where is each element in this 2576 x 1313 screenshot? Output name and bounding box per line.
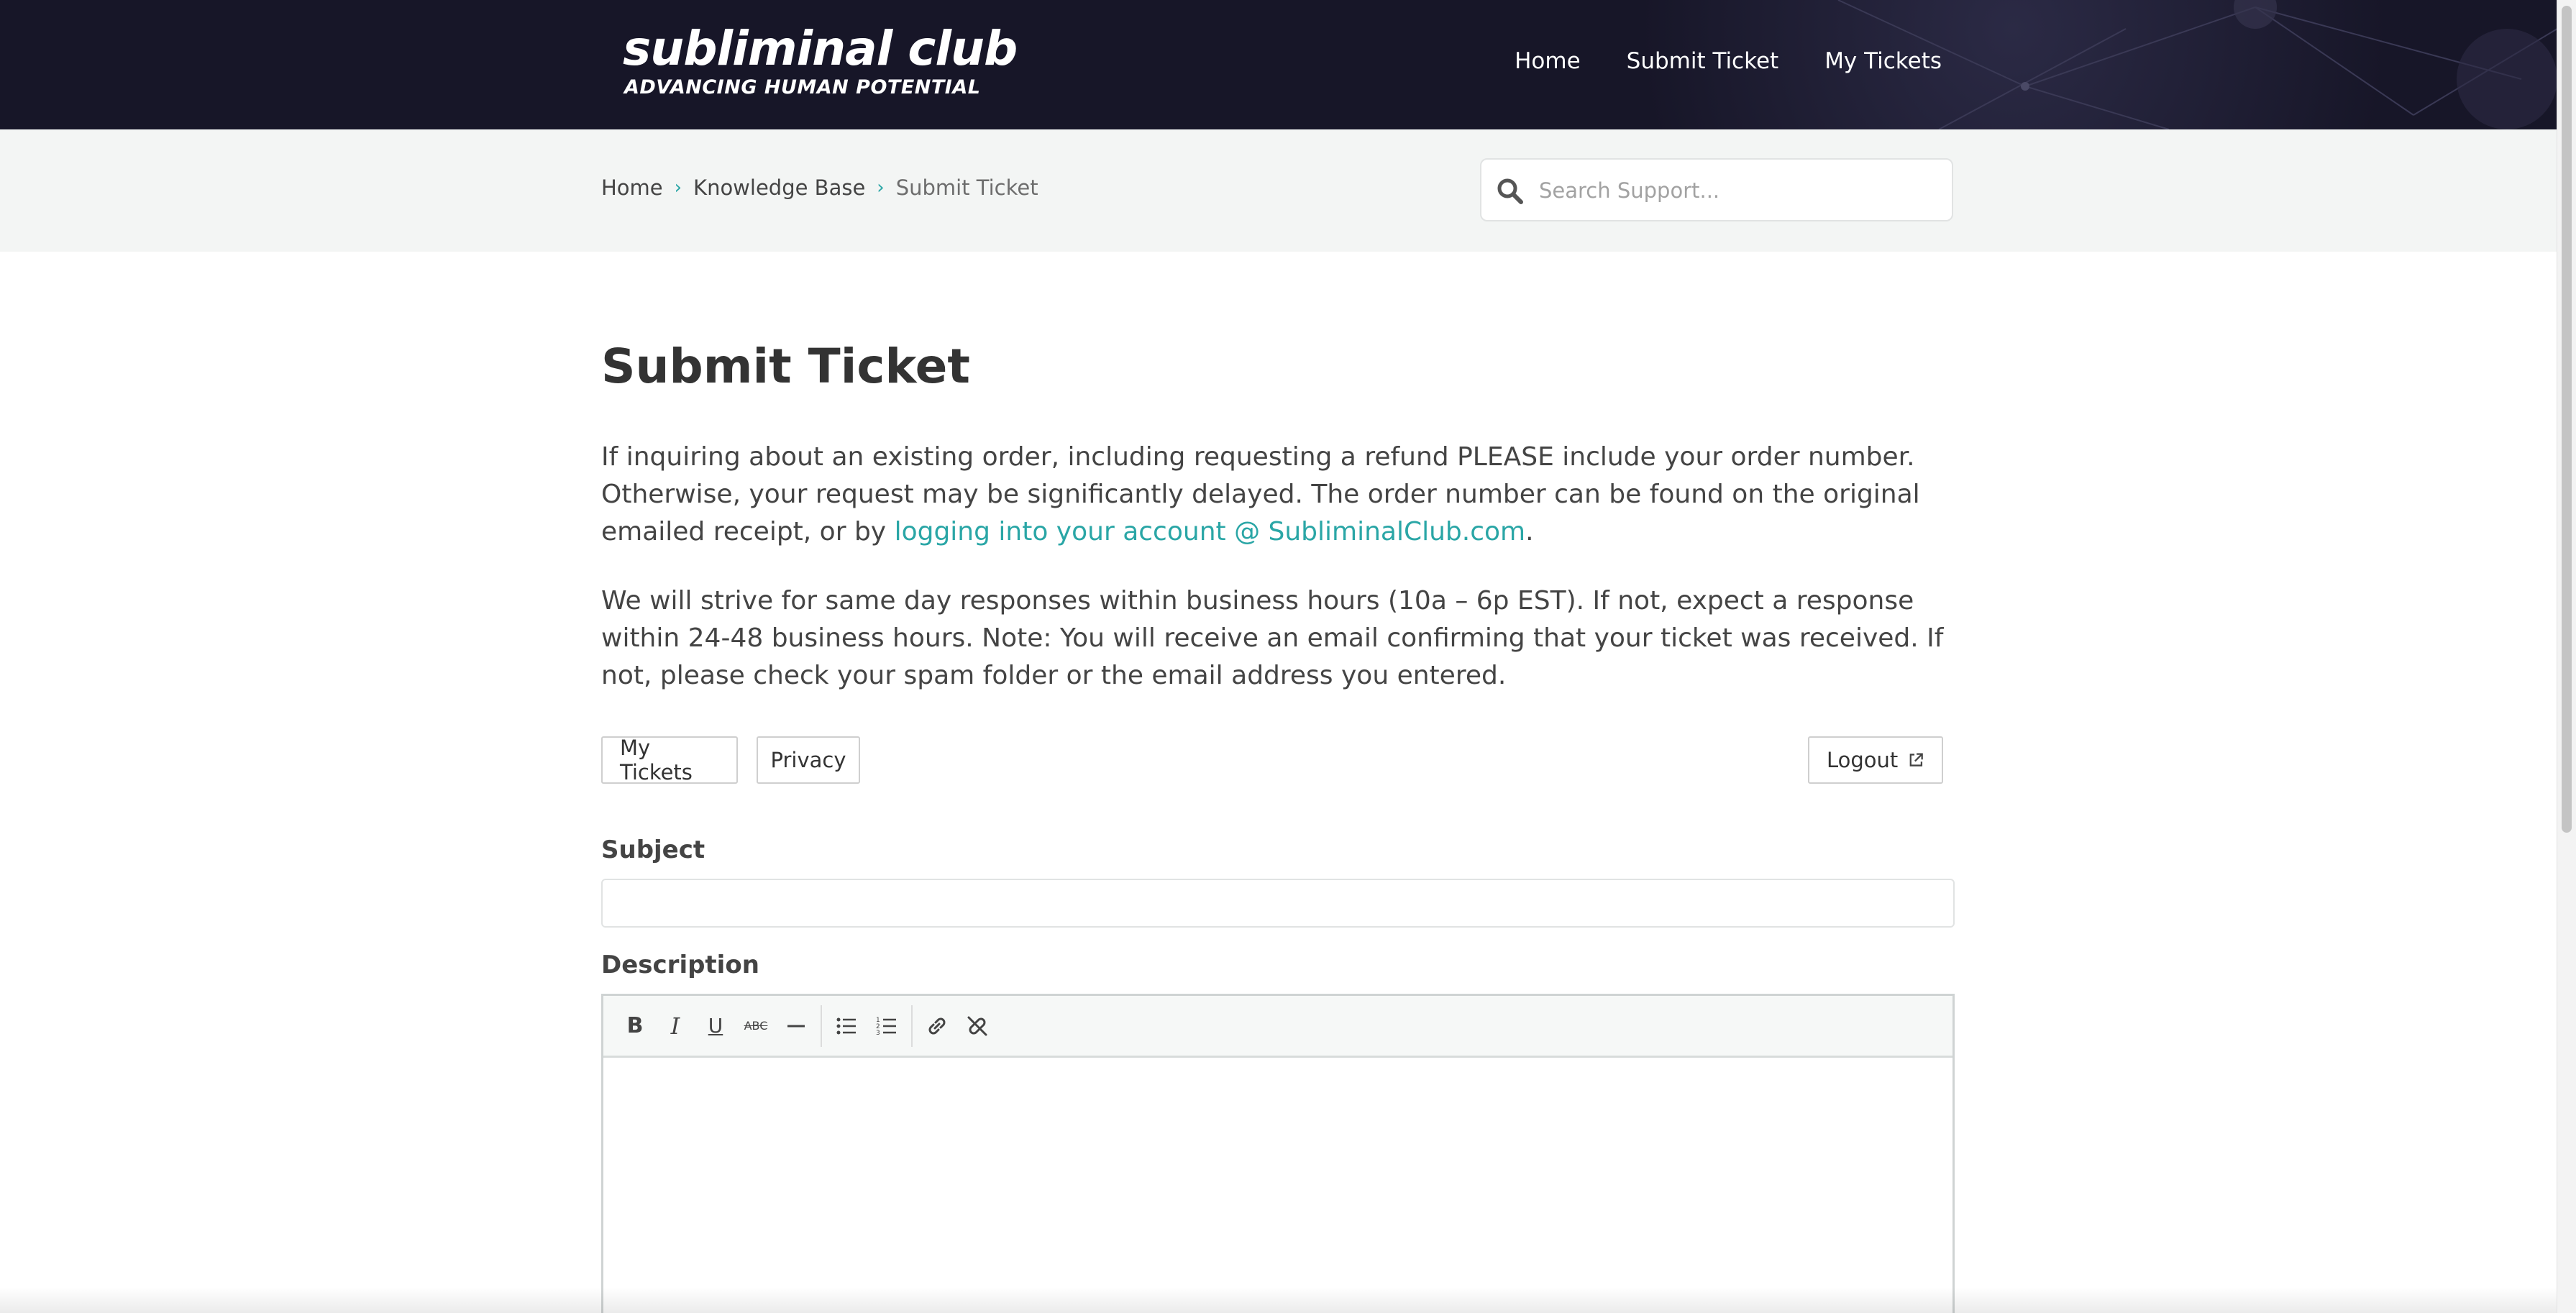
breadcrumb-current: Submit Ticket <box>895 175 1038 200</box>
search-box <box>1480 158 1953 221</box>
order-info-end: . <box>1525 517 1534 546</box>
nav-submit-ticket[interactable]: Submit Ticket <box>1627 43 1779 79</box>
my-tickets-button[interactable]: My Tickets <box>601 736 738 784</box>
nav-home[interactable]: Home <box>1515 43 1581 79</box>
bold-icon[interactable]: B <box>615 1006 655 1046</box>
horizontal-rule-icon[interactable] <box>776 1006 816 1046</box>
response-time-paragraph: We will strive for same day responses wi… <box>601 586 1944 690</box>
breadcrumb-knowledge-base[interactable]: Knowledge Base <box>693 175 865 200</box>
breadcrumb: Home › Knowledge Base › Submit Ticket <box>601 175 1038 200</box>
logout-button[interactable]: Logout <box>1808 736 1943 784</box>
vertical-scrollbar[interactable] <box>2557 0 2576 1313</box>
toolbar-divider <box>821 1005 822 1047</box>
editor-toolbar: B I U ABC 1 2 3 <box>603 996 1952 1058</box>
search-icon <box>1497 178 1523 204</box>
breadcrumb-home[interactable]: Home <box>601 175 663 200</box>
italic-icon[interactable]: I <box>655 1006 695 1046</box>
bottom-shadow <box>0 1287 2557 1313</box>
site-logo[interactable]: subliminal club ADVANCING HUMAN POTENTIA… <box>623 21 1018 99</box>
strikethrough-icon[interactable]: ABC <box>736 1006 776 1046</box>
chevron-right-icon: › <box>674 177 682 198</box>
bullet-list-icon[interactable] <box>826 1006 867 1046</box>
subject-label: Subject <box>601 836 705 864</box>
underline-icon[interactable]: U <box>695 1006 736 1046</box>
page-title: Submit Ticket <box>601 339 970 394</box>
nav-my-tickets[interactable]: My Tickets <box>1824 43 1942 79</box>
order-info-paragraph: If inquiring about an existing order, in… <box>601 439 1953 551</box>
privacy-button[interactable]: Privacy <box>757 736 860 784</box>
privacy-button-label: Privacy <box>770 748 846 772</box>
breadcrumb-bar: Home › Knowledge Base › Submit Ticket <box>0 129 2557 252</box>
link-icon[interactable] <box>917 1006 957 1046</box>
account-login-link[interactable]: logging into your account @ SubliminalCl… <box>895 517 1526 546</box>
numbered-list-icon[interactable]: 1 2 3 <box>867 1006 907 1046</box>
svg-text:3: 3 <box>876 1030 880 1037</box>
scrollbar-thumb[interactable] <box>2562 6 2572 833</box>
chevron-right-icon: › <box>877 177 885 198</box>
unlink-icon[interactable] <box>957 1006 997 1046</box>
my-tickets-button-label: My Tickets <box>620 736 693 784</box>
logo-tagline: ADVANCING HUMAN POTENTIAL <box>624 76 981 99</box>
description-editor: B I U ABC 1 2 3 <box>601 994 1955 1313</box>
site-header: subliminal club ADVANCING HUMAN POTENTIA… <box>0 0 2557 129</box>
description-label: Description <box>601 951 759 979</box>
main-nav: Home Submit Ticket My Tickets <box>1515 43 1942 79</box>
search-input[interactable] <box>1538 160 1943 221</box>
external-link-icon <box>1909 753 1924 767</box>
logo-wordmark: subliminal club <box>623 21 1018 76</box>
subject-field[interactable] <box>601 879 1955 928</box>
description-textarea[interactable] <box>603 1058 1952 1313</box>
logout-button-label: Logout <box>1827 748 1899 772</box>
page: subliminal club ADVANCING HUMAN POTENTIA… <box>0 0 2557 1313</box>
toolbar-divider <box>911 1005 913 1047</box>
